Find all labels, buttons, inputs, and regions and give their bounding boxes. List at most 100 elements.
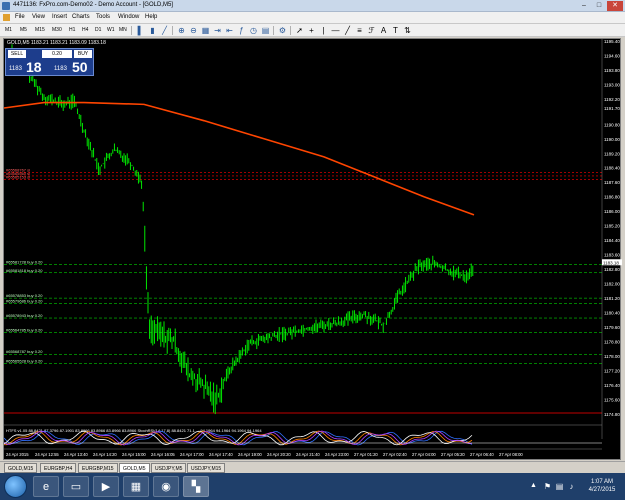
periods-icon[interactable]: ◷ xyxy=(249,26,258,35)
vertical-line-icon[interactable]: | xyxy=(319,26,328,35)
time-tick-label: 24 Apr 19:00 xyxy=(238,452,262,457)
time-tick-label: 24 Apr 2015 xyxy=(6,452,29,457)
start-button[interactable] xyxy=(4,475,27,498)
price-tick-label: 1190.00 xyxy=(604,137,620,142)
buy-button[interactable]: BUY xyxy=(74,50,92,58)
media-player-icon[interactable]: ▶ xyxy=(93,476,119,497)
tab-eurgbp-h4[interactable]: EURGBP,H4 xyxy=(40,463,77,473)
timeframe-d1[interactable]: D1 xyxy=(95,27,101,33)
text-tool-icon[interactable]: A xyxy=(379,26,388,35)
flag-icon[interactable]: ⚑ xyxy=(543,482,552,491)
price-tick-label: 1195.40 xyxy=(604,39,620,44)
time-tick-label: 24 Apr 14:20 xyxy=(93,452,117,457)
price-tick-label: 1187.60 xyxy=(604,180,620,185)
bid-price-prefix: 1183 xyxy=(9,66,22,72)
order-line-label: #65578943 buy 0.20 xyxy=(6,313,43,318)
time-tick-label: 24 Apr 17:00 xyxy=(180,452,204,457)
tile-windows-icon[interactable]: ▦ xyxy=(201,26,210,35)
price-tick-label: 1176.40 xyxy=(604,383,620,388)
price-tick-label: 1192.20 xyxy=(604,97,620,102)
one-click-trading-panel: SELL 0.20 BUY 1183 18 1183 50 xyxy=(5,48,94,76)
price-tick-label: 1190.80 xyxy=(604,122,620,127)
tab-eurgbp-m15[interactable]: EURGBP,M15 xyxy=(78,463,118,473)
volume-icon[interactable]: ♪ xyxy=(567,482,576,491)
close-button[interactable]: ✕ xyxy=(607,1,623,11)
price-tick-label: 1182.00 xyxy=(604,282,620,287)
order-line-label: #65565153 sl xyxy=(6,175,30,180)
tab-usdjpy-m5[interactable]: USDJPY,M5 xyxy=(151,463,187,473)
folder-icon[interactable]: ▭ xyxy=(63,476,89,497)
time-tick-label: 27 Apr 06:40 xyxy=(470,452,494,457)
templates-icon[interactable]: ▤ xyxy=(261,26,270,35)
chart-window[interactable]: #65568767 sl #65565560 sl #65565153 sl #655… xyxy=(3,38,622,460)
metatrader-icon[interactable]: ▚ xyxy=(183,476,209,497)
fibonacci-icon[interactable]: ℱ xyxy=(367,26,376,35)
time-tick-label: 27 Apr 02:40 xyxy=(383,452,407,457)
price-tick-label: 1175.60 xyxy=(604,398,620,403)
title-bar: 4471136: FxPro.com-Demo02 - Demo Account… xyxy=(0,0,625,12)
timeframe-m5[interactable]: M5 xyxy=(20,27,27,33)
clock-time: 1:07 AM xyxy=(590,479,613,485)
order-line-label: #65578853 buy 0.20 xyxy=(6,293,43,298)
menu-help[interactable]: Help xyxy=(145,14,157,20)
minimize-button[interactable]: – xyxy=(577,1,591,11)
arrows-icon[interactable]: ⇅ xyxy=(403,26,412,35)
sell-button[interactable]: SELL xyxy=(8,50,26,58)
bar-chart-icon[interactable]: ▌ xyxy=(136,26,145,35)
price-tick-label: 1183.60 xyxy=(604,253,620,258)
stoch-rsi-subwindow: HTFS v1.05 88.8421 87.3796 87.1901 83.89… xyxy=(4,424,602,446)
timeframe-mn[interactable]: MN xyxy=(119,27,127,33)
app-icon xyxy=(2,2,10,10)
time-tick-label: 24 Apr 17:40 xyxy=(209,452,233,457)
timeframe-w1[interactable]: W1 xyxy=(107,27,115,33)
order-lines: #65568767 sl#65565560 sl#65565153 sl#655… xyxy=(4,167,602,414)
maximize-button[interactable]: □ xyxy=(592,1,606,11)
price-tick-label: 1178.80 xyxy=(604,340,620,345)
timeframe-h4[interactable]: H4 xyxy=(82,27,88,33)
chart-shift-icon[interactable]: ⇤ xyxy=(225,26,234,35)
zoom-out-icon[interactable]: ⊖ xyxy=(189,26,198,35)
menu-file[interactable]: File xyxy=(15,14,25,20)
ie-icon[interactable]: e xyxy=(33,476,59,497)
time-tick-label: 24 Apr 15:00 xyxy=(122,452,146,457)
cursor-icon[interactable]: ➚ xyxy=(295,26,304,35)
horizontal-line-icon[interactable]: — xyxy=(331,26,340,35)
timeframe-m15[interactable]: M15 xyxy=(35,27,45,33)
order-line-label: #65564785 buy 0.20 xyxy=(6,328,43,333)
clock[interactable]: 1:07 AM 4/27/2015 xyxy=(583,478,621,494)
menu-insert[interactable]: Insert xyxy=(52,14,67,20)
taskbar: e ▭ ▶ ▦ ◉ ▚ ▲ ⚑ ▤ ♪ 1:07 AM 4/27/2015 xyxy=(0,473,625,500)
lot-size-input[interactable]: 0.20 xyxy=(42,50,72,58)
zoom-in-icon[interactable]: ⊕ xyxy=(177,26,186,35)
price-tick-label: 1184.40 xyxy=(604,238,620,243)
ask-price[interactable]: 50 xyxy=(72,59,88,75)
menu-view[interactable]: View xyxy=(32,14,45,20)
price-tick-label: 1180.40 xyxy=(604,311,620,316)
price-tick-label: 1174.80 xyxy=(604,412,620,417)
timeframe-m30[interactable]: M30 xyxy=(52,27,62,33)
chrome-icon[interactable]: ◉ xyxy=(153,476,179,497)
file-explorer-icon[interactable]: ▦ xyxy=(123,476,149,497)
candlestick-icon[interactable]: ▮ xyxy=(148,26,157,35)
equidistant-channel-icon[interactable]: ≡ xyxy=(355,26,364,35)
label-tool-icon[interactable]: T xyxy=(391,26,400,35)
settings-icon[interactable]: ⚙ xyxy=(278,26,287,35)
crosshair-icon[interactable]: + xyxy=(307,26,316,35)
menu-charts[interactable]: Charts xyxy=(72,14,90,20)
time-tick-label: 27 Apr 01:20 xyxy=(354,452,378,457)
tab-usdjpy-m15[interactable]: USDJPY,M15 xyxy=(187,463,226,473)
menu-window[interactable]: Window xyxy=(118,14,139,20)
tray-expand-icon[interactable]: ▲ xyxy=(530,482,537,489)
network-icon[interactable]: ▤ xyxy=(555,482,564,491)
timeframe-h1[interactable]: H1 xyxy=(69,27,75,33)
timeframe-m1[interactable]: M1 xyxy=(5,27,12,33)
indicators-icon[interactable]: ƒ xyxy=(237,26,246,35)
menu-tools[interactable]: Tools xyxy=(96,14,110,20)
tab-gold-m5[interactable]: GOLD,M5 xyxy=(119,463,150,473)
tab-gold-m15[interactable]: GOLD,M15 xyxy=(4,463,38,473)
bid-price[interactable]: 18 xyxy=(26,59,42,75)
time-axis: 24 Apr 2015 24 Apr 12:55 24 Apr 13:40 24 Ap… xyxy=(4,448,602,457)
trendline-icon[interactable]: ╱ xyxy=(343,26,352,35)
line-chart-icon[interactable]: ╱ xyxy=(160,26,169,35)
autoscroll-icon[interactable]: ⇥ xyxy=(213,26,222,35)
